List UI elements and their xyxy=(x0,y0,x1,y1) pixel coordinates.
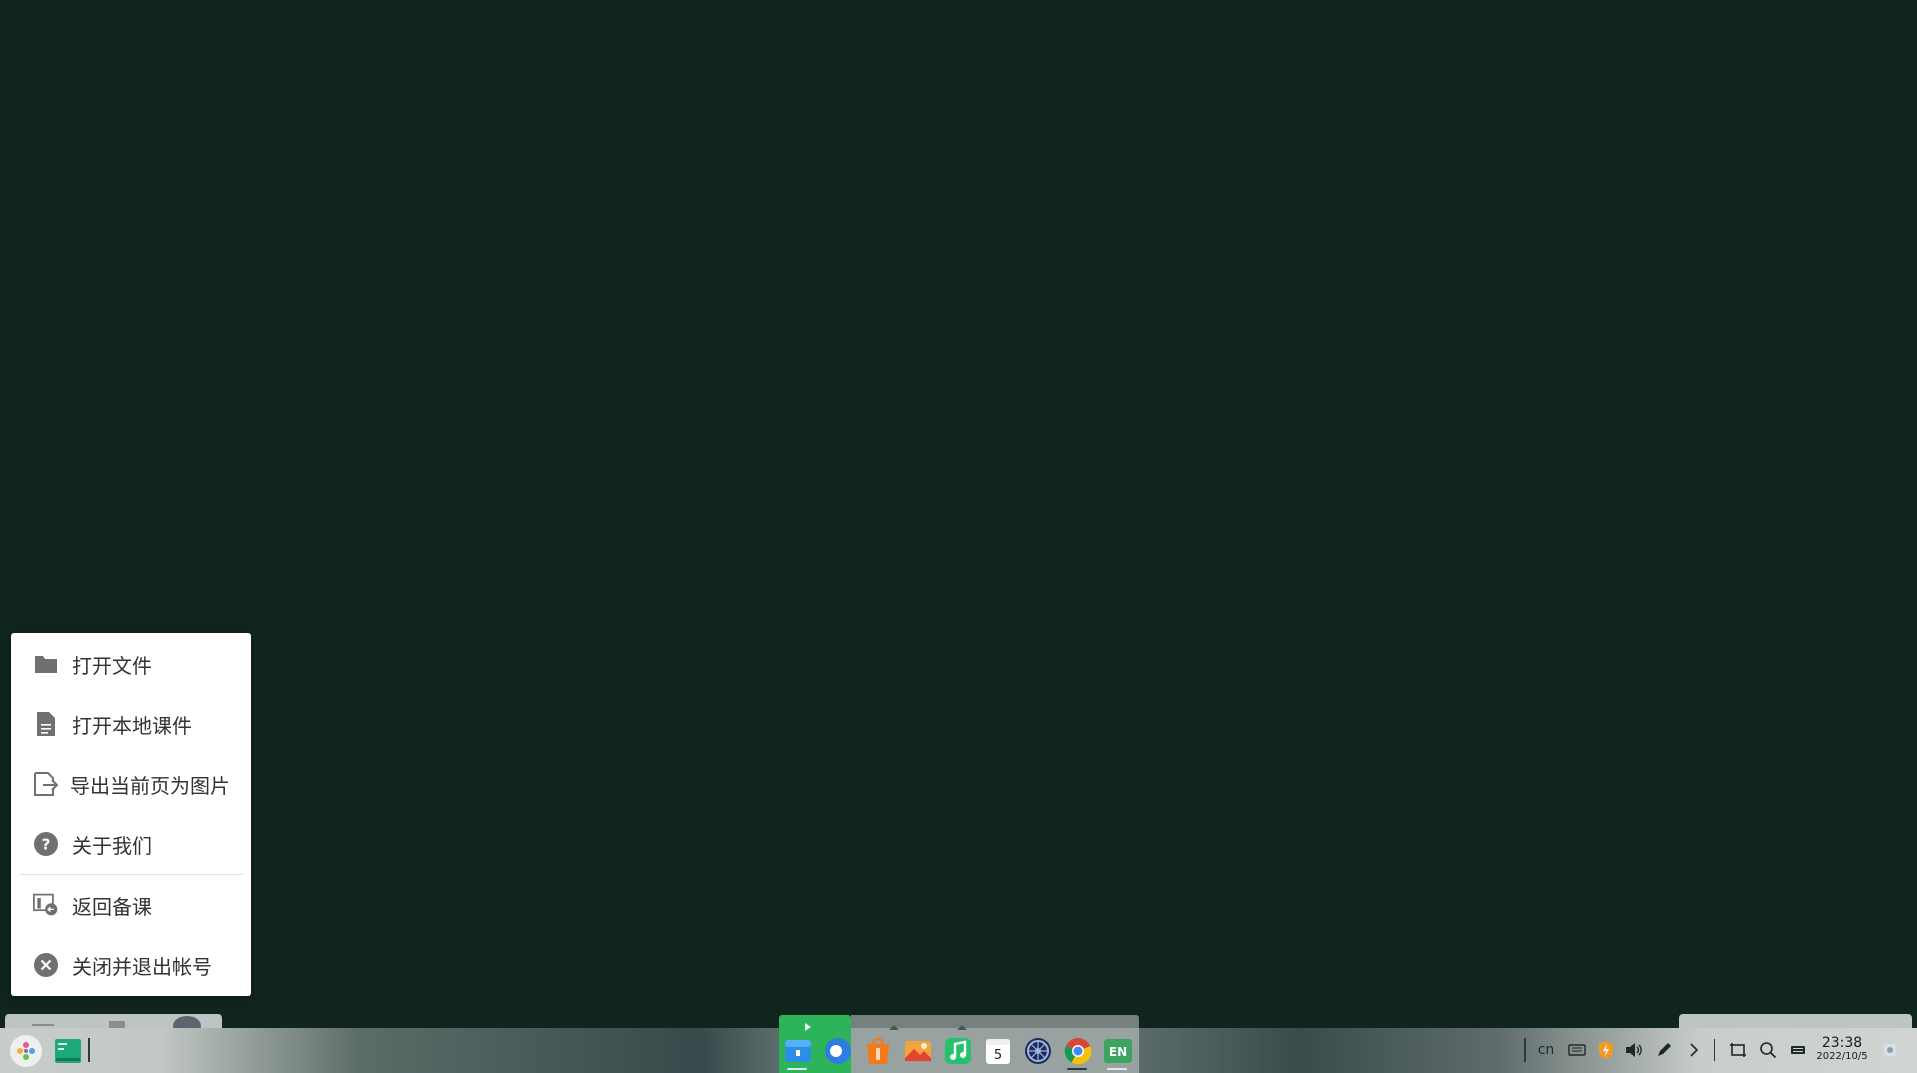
tray-separator xyxy=(1524,1038,1526,1062)
folder-icon xyxy=(33,651,59,677)
browser-icon[interactable] xyxy=(822,1035,854,1067)
close-circle-icon xyxy=(33,952,59,978)
page-icon xyxy=(109,1021,125,1028)
volume-icon[interactable] xyxy=(1622,1037,1646,1063)
image-viewer-icon[interactable] xyxy=(902,1035,934,1067)
input-method-label: cn xyxy=(1537,1042,1555,1058)
clock[interactable]: 23:38 2022/10/5 xyxy=(1812,1035,1872,1065)
menu-item-label: 返回备课 xyxy=(72,894,152,919)
return-icon xyxy=(33,892,59,918)
menu-item-return-to-lesson-prep[interactable]: 返回备课 xyxy=(11,877,251,933)
taskbar-separator xyxy=(88,1038,90,1062)
menu-item-label: 关闭并退出帐号 xyxy=(72,954,212,979)
running-indicator xyxy=(1107,1068,1127,1070)
menu-item-open-file[interactable]: 打开文件 xyxy=(11,636,251,692)
menu-item-label: 打开文件 xyxy=(72,653,152,678)
menu-item-label: 导出当前页为图片 xyxy=(70,773,230,798)
running-indicator xyxy=(787,1068,807,1070)
file-manager-icon[interactable] xyxy=(782,1035,814,1067)
music-icon[interactable] xyxy=(942,1035,974,1067)
clock-date: 2022/10/5 xyxy=(1816,1051,1868,1062)
menu-item-label: 打开本地课件 xyxy=(72,713,192,738)
export-icon xyxy=(33,771,59,797)
en-app-label: EN xyxy=(1109,1045,1127,1059)
left-panel-edge xyxy=(5,1014,222,1036)
svg-text:?: ? xyxy=(42,836,51,854)
security-shield-icon[interactable] xyxy=(1594,1037,1618,1063)
right-panel-edge xyxy=(1679,1014,1912,1028)
document-icon xyxy=(33,711,59,737)
menu-divider xyxy=(19,874,243,875)
onscreen-keyboard-icon[interactable] xyxy=(1786,1037,1810,1063)
pen-icon[interactable] xyxy=(1652,1037,1676,1063)
whiteboard-app-icon[interactable] xyxy=(52,1035,84,1067)
chevron-right-icon[interactable] xyxy=(1684,1037,1704,1063)
input-method-indicator[interactable]: cn xyxy=(1535,1037,1557,1063)
notification-icon[interactable] xyxy=(1878,1037,1902,1063)
tray-separator xyxy=(1714,1039,1715,1061)
menu-item-open-local-courseware[interactable]: 打开本地课件 xyxy=(11,696,251,752)
menu-icon xyxy=(32,1024,54,1026)
running-indicator xyxy=(1067,1068,1087,1070)
menu-item-about-us[interactable]: ? 关于我们 xyxy=(11,816,251,872)
search-icon[interactable] xyxy=(1756,1037,1780,1063)
context-menu: 打开文件 打开本地课件 导出当前页为图片 ? 关于我们 返回备课 关闭并退出帐号 xyxy=(11,633,251,996)
menu-item-export-page-as-image[interactable]: 导出当前页为图片 xyxy=(11,756,251,812)
app-store-icon[interactable] xyxy=(862,1035,894,1067)
keyboard-icon[interactable] xyxy=(1565,1037,1589,1063)
menu-item-close-and-logout[interactable]: 关闭并退出帐号 xyxy=(11,937,251,993)
launcher-icon[interactable] xyxy=(10,1035,42,1067)
chrome-icon[interactable] xyxy=(1062,1035,1094,1067)
screenshot-icon[interactable] xyxy=(1726,1037,1750,1063)
settings-icon[interactable] xyxy=(1022,1035,1054,1067)
help-icon: ? xyxy=(33,831,59,857)
menu-item-label: 关于我们 xyxy=(72,833,152,858)
calendar-icon[interactable]: 5 xyxy=(982,1035,1014,1067)
clock-time: 23:38 xyxy=(1821,1035,1863,1051)
en-app-icon[interactable]: EN xyxy=(1102,1035,1134,1067)
calendar-day: 5 xyxy=(994,1048,1002,1063)
desktop xyxy=(0,0,1917,1073)
